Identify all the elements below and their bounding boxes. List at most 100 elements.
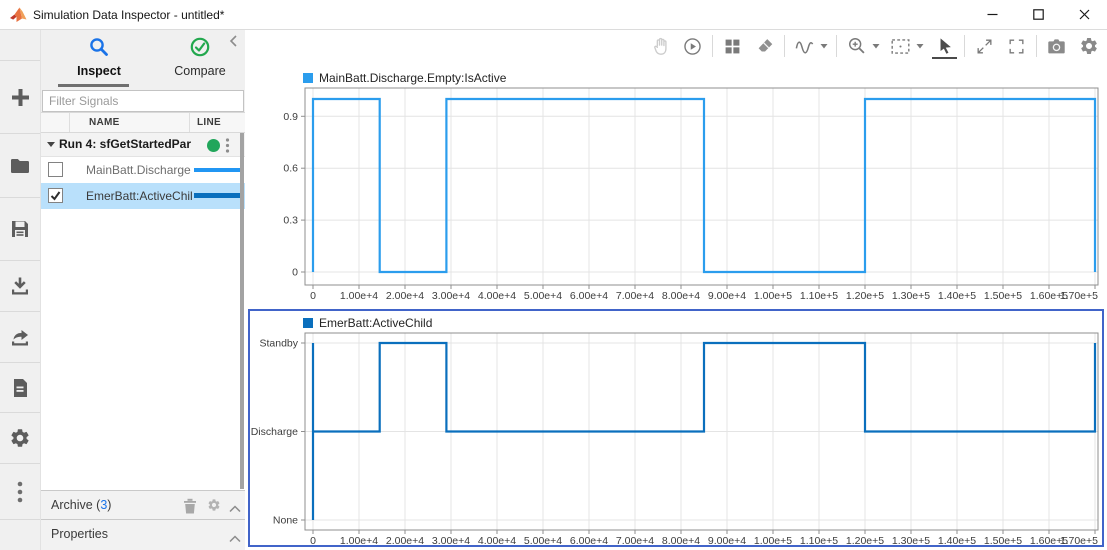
chart1-plot[interactable]: 01.00e+42.00e+43.00e+44.00e+45.00e+46.00… <box>250 62 1107 309</box>
gear-icon <box>207 498 221 512</box>
svg-text:1.00e+4: 1.00e+4 <box>340 290 378 302</box>
svg-text:0.6: 0.6 <box>283 163 298 175</box>
settings-button[interactable] <box>1076 33 1101 59</box>
plot-toolbar <box>648 30 1101 62</box>
minimize-icon <box>987 9 998 20</box>
maximize-button[interactable] <box>1015 0 1061 29</box>
svg-text:1.00e+5: 1.00e+5 <box>754 290 792 302</box>
signal-row-mainbatt[interactable]: MainBatt.Discharge <box>41 157 245 183</box>
svg-text:9.00e+4: 9.00e+4 <box>708 535 746 547</box>
archive-settings-button[interactable] <box>207 498 221 517</box>
signal-line-swatch <box>194 168 240 172</box>
properties-collapse-button[interactable] <box>229 530 241 548</box>
svg-text:0: 0 <box>310 290 316 302</box>
svg-text:3.00e+4: 3.00e+4 <box>432 535 470 547</box>
signal-checkbox[interactable] <box>48 162 63 177</box>
snapshot-button[interactable] <box>1044 33 1069 59</box>
preferences-button[interactable] <box>0 412 40 463</box>
run-label: Run 4: sfGetStartedPar <box>59 137 209 151</box>
fullscreen-icon <box>1007 37 1026 56</box>
search-icon <box>88 36 110 58</box>
run-expand-triangle-icon[interactable] <box>47 142 55 147</box>
pan-button[interactable] <box>648 33 673 59</box>
signal-wave-icon <box>794 36 815 57</box>
svg-text:6.00e+4: 6.00e+4 <box>570 535 608 547</box>
open-button[interactable] <box>0 133 40 197</box>
archive-section-header[interactable]: Archive (3) <box>41 490 245 519</box>
chevron-up-icon <box>229 505 241 513</box>
more-button[interactable] <box>0 463 40 520</box>
svg-text:1.50e+5: 1.50e+5 <box>984 290 1022 302</box>
fit-to-view-icon <box>890 37 911 56</box>
minimize-button[interactable] <box>969 0 1015 29</box>
svg-text:1.50e+5: 1.50e+5 <box>984 535 1022 547</box>
svg-text:1.40e+5: 1.40e+5 <box>938 535 976 547</box>
svg-text:1.20e+5: 1.20e+5 <box>846 290 884 302</box>
replay-icon <box>682 36 703 57</box>
svg-text:1.40e+5: 1.40e+5 <box>938 290 976 302</box>
svg-text:0: 0 <box>292 267 298 279</box>
trash-icon <box>183 498 197 514</box>
replay-button[interactable] <box>680 33 705 59</box>
expand-button[interactable] <box>972 33 997 59</box>
collapse-sidebar-button[interactable] <box>229 34 243 48</box>
svg-text:1.10e+5: 1.10e+5 <box>800 290 838 302</box>
create-report-button[interactable] <box>0 362 40 412</box>
close-button[interactable] <box>1061 0 1107 29</box>
run-group-row[interactable]: Run 4: sfGetStartedPar <box>41 133 245 157</box>
left-toolbar <box>0 30 40 550</box>
preferences-icon <box>9 427 31 449</box>
filter-signals-input[interactable] <box>42 90 244 112</box>
import-button[interactable] <box>0 260 40 311</box>
pan-icon <box>651 36 671 56</box>
pointer-tool-button[interactable] <box>932 33 957 59</box>
sidebar-scrollbar[interactable] <box>240 133 244 489</box>
archive-collapse-button[interactable] <box>229 500 241 518</box>
tab-inspect[interactable]: Inspect <box>53 36 145 84</box>
run-menu-icon[interactable] <box>225 138 230 153</box>
settings-icon <box>1079 36 1099 56</box>
clear-plots-button[interactable] <box>752 33 777 59</box>
camera-icon <box>1046 37 1067 56</box>
new-run-button[interactable] <box>0 60 40 133</box>
eraser-icon <box>755 36 775 56</box>
add-icon <box>10 87 31 108</box>
signal-list-empty-area <box>41 209 245 490</box>
svg-text:7.00e+4: 7.00e+4 <box>616 535 654 547</box>
run-status-dot <box>207 139 220 152</box>
svg-text:1.10e+5: 1.10e+5 <box>800 535 838 547</box>
signal-row-emerbatt[interactable]: EmerBatt:ActiveChil <box>41 183 245 209</box>
properties-section-header[interactable]: Properties <box>41 519 245 550</box>
svg-text:8.00e+4: 8.00e+4 <box>662 290 700 302</box>
svg-text:5.00e+4: 5.00e+4 <box>524 290 562 302</box>
fullscreen-button[interactable] <box>1004 33 1029 59</box>
dropdown-caret-icon[interactable] <box>915 43 925 49</box>
signal-table-header: NAME LINE <box>41 112 245 133</box>
plot-area: MainBatt.Discharge.Empty:IsActive 01.00e… <box>245 30 1107 550</box>
export-button[interactable] <box>0 311 40 362</box>
svg-text:1.20e+5: 1.20e+5 <box>846 535 884 547</box>
chart2-plot[interactable]: 01.00e+42.00e+43.00e+44.00e+45.00e+46.00… <box>250 311 1104 548</box>
svg-text:9.00e+4: 9.00e+4 <box>708 290 746 302</box>
archive-delete-button[interactable] <box>183 498 197 519</box>
tab-compare-label: Compare <box>174 64 225 78</box>
tab-inspect-label: Inspect <box>77 64 121 78</box>
window-title: Simulation Data Inspector - untitled* <box>33 8 224 22</box>
layout-button[interactable] <box>720 33 745 59</box>
zoom-button[interactable] <box>844 33 869 59</box>
svg-text:3.00e+4: 3.00e+4 <box>432 290 470 302</box>
svg-text:4.00e+4: 4.00e+4 <box>478 535 516 547</box>
layout-grid-icon <box>723 37 742 56</box>
svg-text:5.00e+4: 5.00e+4 <box>524 535 562 547</box>
signal-display-button[interactable] <box>792 33 817 59</box>
dropdown-caret-icon[interactable] <box>871 43 881 49</box>
save-button[interactable] <box>0 197 40 260</box>
dropdown-caret-icon[interactable] <box>819 43 829 49</box>
column-header-name: NAME <box>89 117 120 128</box>
open-folder-icon <box>9 155 31 177</box>
fit-to-view-button[interactable] <box>888 33 913 59</box>
matlab-logo-icon <box>10 6 28 28</box>
svg-text:7.00e+4: 7.00e+4 <box>616 290 654 302</box>
report-icon <box>9 377 31 399</box>
signal-checkbox[interactable] <box>48 188 63 203</box>
